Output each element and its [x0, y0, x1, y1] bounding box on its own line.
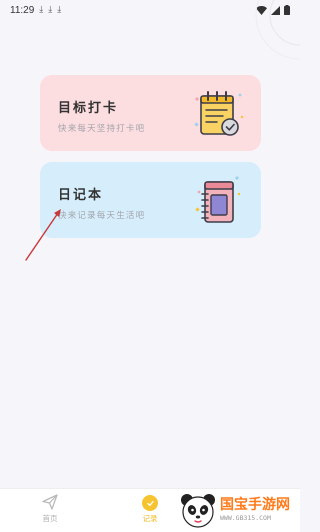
watermark-text: 国宝手游网 WWW.GB315.COM — [220, 497, 290, 522]
wifi-icon — [256, 5, 267, 15]
goal-checkin-card[interactable]: 目标打卡 快来每天坚持打卡吧 — [40, 75, 261, 151]
download-icon: ⤓ — [57, 5, 62, 15]
nav-label-record: 记录 — [142, 514, 158, 523]
notebook-icon — [195, 176, 241, 223]
download-icon: ⤓ — [48, 5, 53, 15]
battery-icon — [284, 5, 290, 15]
nav-item-home[interactable]: 首页 — [20, 493, 80, 524]
panda-logo-icon — [181, 493, 215, 528]
nav-label-home: 首页 — [42, 514, 58, 523]
watermark-brand: 国宝手游网 — [220, 497, 290, 513]
status-time: 11:29 — [10, 4, 35, 16]
paper-plane-icon — [42, 494, 58, 510]
watermark-url: WWW.GB315.COM — [220, 514, 271, 522]
status-bar: 11:29 ⤓ ⤓ ⤓ — [0, 0, 300, 20]
diary-card[interactable]: 日记本 快来记录每天生活吧 — [40, 162, 261, 238]
nav-item-record[interactable]: 记录 — [120, 493, 180, 524]
checklist-calendar-icon — [194, 91, 244, 136]
download-icon: ⤓ — [39, 5, 44, 15]
site-watermark: 国宝手游网 WWW.GB315.COM — [178, 487, 300, 532]
status-indicators — [256, 5, 290, 15]
record-icon — [142, 495, 158, 511]
signal-icon — [271, 5, 280, 15]
annotation-arrow-icon — [25, 209, 61, 261]
